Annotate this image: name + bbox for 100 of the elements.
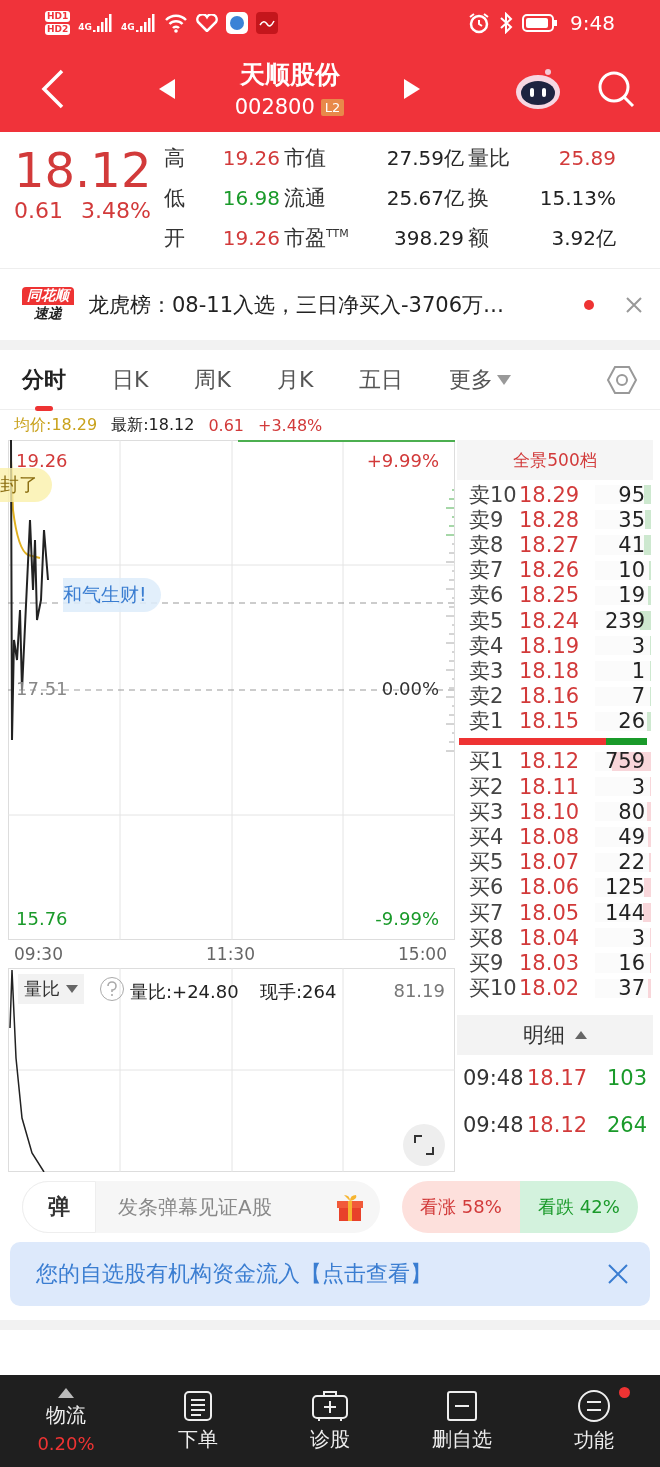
axis-label: 17.51 [16, 678, 68, 699]
ask-price: 18.24 [519, 608, 579, 633]
ask-volume: 1 [630, 658, 645, 683]
next-arrow-icon[interactable] [404, 78, 421, 99]
bid-level: 买1 [469, 748, 505, 776]
chart-tab[interactable]: 五日 [359, 364, 404, 395]
ask-level: 卖10 [469, 481, 518, 509]
axis-label: +9.99% [366, 450, 439, 471]
axis-label: 15.76 [16, 908, 68, 929]
bid-price: 18.12 [519, 749, 579, 774]
stat-label: 市值 [284, 145, 326, 172]
chart-tab[interactable]: 周K [194, 364, 231, 395]
close-icon[interactable] [626, 296, 642, 313]
news-headline[interactable]: 龙虎榜：08-11入选，三日净买入-3706万… [88, 290, 570, 319]
nav-item[interactable]: 功能 [528, 1375, 660, 1467]
ask-price: 18.16 [519, 684, 579, 709]
bid-level: 买5 [469, 849, 505, 877]
stat-value: 16.98 [222, 185, 280, 212]
ask-price: 18.27 [519, 532, 579, 557]
bid-level: 买3 [469, 798, 505, 826]
ask-level: 卖8 [469, 531, 505, 559]
nav-item[interactable]: 物流 0.20% [0, 1375, 132, 1467]
bid-level: 买6 [469, 874, 505, 902]
alarm-icon [468, 11, 491, 34]
bluetooth-icon [498, 11, 515, 34]
signal-icon [135, 13, 156, 32]
nav-item[interactable]: 诊股 [264, 1375, 396, 1467]
chart-tab[interactable]: 分时 [22, 364, 66, 395]
danmaku-comment: 封了 [0, 468, 52, 502]
ask-volume: 26 [617, 709, 645, 734]
ask-price: 18.15 [519, 709, 579, 734]
trade-time: 09:48 [463, 1066, 525, 1091]
wifi-icon [163, 12, 188, 33]
stat-value: 25.67亿 [386, 185, 464, 212]
stat-value: 15.13% [539, 185, 616, 212]
caret-up-icon [575, 1030, 587, 1039]
indicator-dropdown[interactable]: 量比 [18, 974, 84, 1004]
bid-level: 买4 [469, 824, 505, 852]
fullscreen-button[interactable] [403, 1124, 445, 1166]
signal-icon [92, 13, 113, 32]
axis-label: 0.00% [381, 678, 439, 699]
trade-price: 18.17 [527, 1066, 589, 1091]
chart-tab[interactable]: 月K [276, 364, 314, 395]
danmaku-badge[interactable]: 弹 [22, 1181, 96, 1233]
heart-icon [195, 13, 218, 32]
bid-price: 18.04 [519, 925, 579, 950]
axis-label: 19.26 [16, 450, 68, 471]
order-book-title[interactable]: 全景500档 [457, 440, 653, 480]
sentiment-vote-button[interactable]: 看涨 58% [402, 1181, 520, 1233]
network-label: 4G [78, 21, 92, 32]
previous-arrow-icon[interactable] [158, 78, 175, 99]
ask-price: 18.18 [519, 658, 579, 683]
bid-price: 18.10 [519, 799, 579, 824]
ask-volume: 35 [617, 507, 645, 532]
battery-icon [522, 12, 559, 33]
chart-tab[interactable]: 更多 [449, 364, 512, 395]
settings-icon[interactable] [606, 363, 638, 396]
bid-price: 18.08 [519, 825, 579, 850]
nav-item[interactable]: 删自选 [396, 1375, 528, 1467]
ask-volume: 3 [630, 633, 645, 658]
app-icon [225, 11, 248, 34]
clock-time: 9:48 [570, 10, 615, 35]
ask-price: 18.29 [519, 482, 579, 507]
back-icon[interactable] [40, 68, 64, 109]
close-icon [608, 1264, 628, 1284]
time-label: 09:30 [14, 944, 63, 964]
medical-kit-icon [311, 1389, 349, 1422]
stock-name: 天顺股份 [239, 59, 340, 91]
bid-level: 买8 [469, 924, 505, 952]
minus-square-icon [446, 1389, 478, 1422]
close-button[interactable] [608, 1264, 628, 1284]
danmaku-input-field[interactable]: 弹 发条弹幕见证A股 [22, 1181, 380, 1233]
time-label: 11:30 [206, 944, 255, 964]
bid-volume: 125 [603, 875, 645, 900]
stat-label: 高 [164, 145, 185, 172]
bid-level: 买9 [469, 949, 505, 977]
average-price: 均价:18.29 [14, 414, 98, 436]
stat-label: 开 [164, 225, 185, 252]
chart-tab[interactable]: 日K [112, 364, 149, 395]
change-percent: 3.48% [81, 198, 151, 223]
stat-label: 市盈$^{TTM}$ [284, 225, 349, 252]
news-logo: 同花顺 速递 [22, 286, 74, 323]
stat-value: 19.26 [222, 225, 280, 252]
trade-time: 09:48 [463, 1113, 525, 1138]
bid-volume: 16 [617, 950, 645, 975]
bid-level: 买10 [469, 975, 518, 1003]
stat-value: 19.26 [222, 145, 280, 172]
ask-price: 18.26 [519, 558, 579, 583]
bid-price: 18.11 [519, 774, 579, 799]
trade-details-toggle[interactable]: 明细 [457, 1014, 653, 1055]
bid-price: 18.07 [519, 850, 579, 875]
ask-volume: 7 [630, 684, 645, 709]
active-tab-indicator [35, 405, 53, 411]
search-icon[interactable] [597, 69, 635, 108]
bid-price: 18.02 [519, 976, 579, 1001]
expand-icon [413, 1134, 435, 1156]
trade-price: 18.12 [527, 1113, 589, 1138]
nav-item[interactable]: 下单 [132, 1375, 264, 1467]
robot-icon[interactable] [515, 67, 561, 110]
bid-level: 买7 [469, 899, 505, 927]
